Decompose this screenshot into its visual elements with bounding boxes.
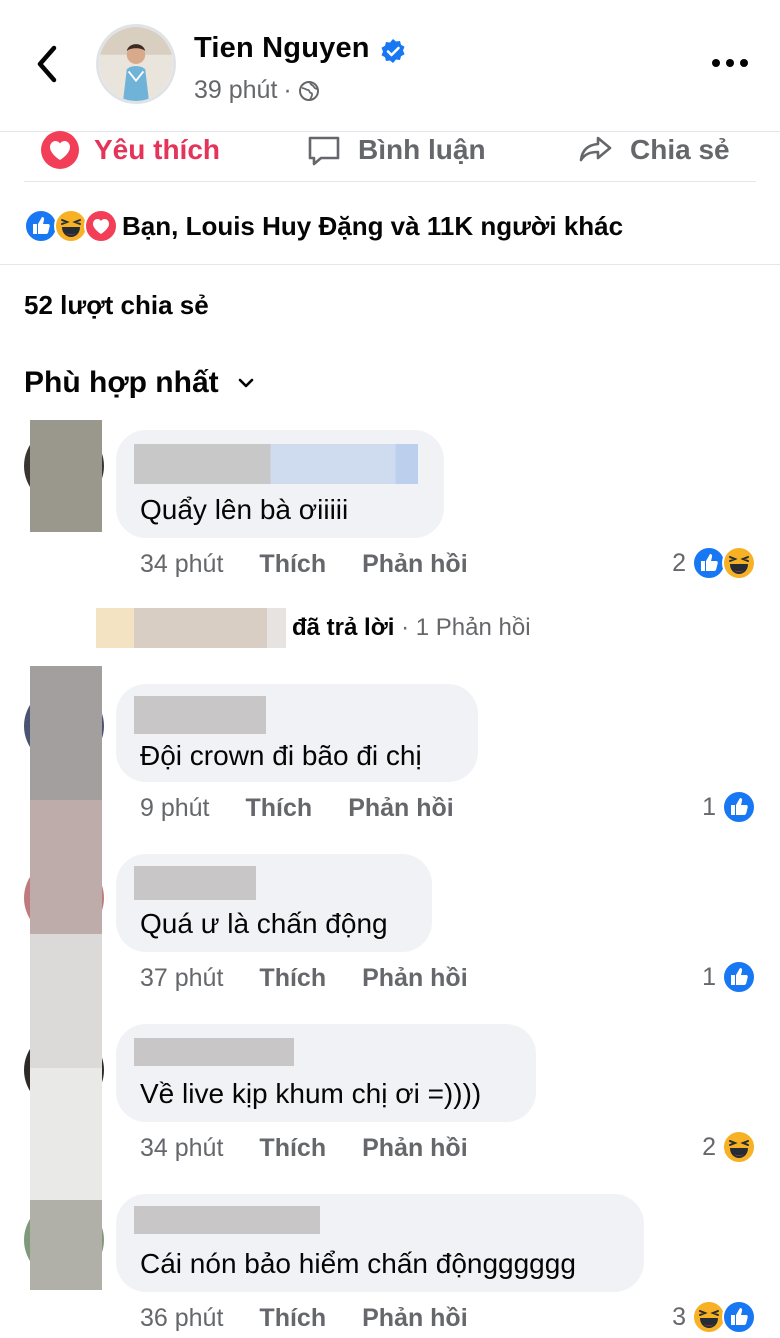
profile-avatar[interactable] <box>96 24 176 104</box>
dot-icon <box>740 59 748 67</box>
profile-name[interactable]: Tien Nguyen <box>194 32 370 65</box>
reply-action-text: đã trả lời <box>292 614 395 641</box>
more-options-button[interactable] <box>712 50 752 76</box>
comment-bubble: Về live kịp khum chị ơi =)))) <box>116 1024 536 1122</box>
comment-text: Đội crown đi bão đi chị <box>140 740 422 771</box>
blurred-commenter-name <box>134 1038 294 1066</box>
view-replies-link[interactable]: đã trả lời · 1 Phản hồi <box>96 606 531 650</box>
blurred-replier-name <box>96 608 286 648</box>
sort-label: Phù hợp nhất <box>24 366 219 399</box>
comment-icon <box>308 136 340 166</box>
love-icon <box>84 209 118 243</box>
reply-count: 1 Phản hồi <box>415 614 531 641</box>
comment-meta: 9 phút Thích Phản hồi <box>140 794 490 823</box>
haha-icon <box>54 209 88 243</box>
comment-label: Bình luận <box>358 134 486 165</box>
blurred-avatar-strip <box>30 1068 102 1200</box>
like-icon <box>24 209 58 243</box>
comment-reply-button[interactable]: Phản hồi <box>362 964 468 993</box>
comment-meta: 36 phút Thích Phản hồi <box>140 1304 504 1333</box>
comment-reaction-count[interactable]: 3 <box>672 1300 756 1334</box>
comment-reply-button[interactable]: Phản hồi <box>362 1134 468 1163</box>
chevron-left-icon <box>37 45 57 83</box>
blurred-commenter-name <box>134 696 266 734</box>
comment-bubble: Quá ư là chấn động <box>116 854 432 952</box>
comment-time: 34 phút <box>140 1134 224 1162</box>
blurred-commenter-name <box>134 444 418 484</box>
like-icon <box>722 790 756 824</box>
back-button[interactable] <box>28 40 68 88</box>
share-button[interactable]: Chia sẻ <box>576 130 730 170</box>
comment-bubble: Cái nón bảo hiểm chấn độngggggg <box>116 1194 644 1292</box>
blurred-avatar-strip <box>30 666 102 800</box>
comment-button[interactable]: Bình luận <box>304 130 486 170</box>
reaction-count-number: 1 <box>702 962 716 991</box>
like-icon <box>722 960 756 994</box>
comment-time: 36 phút <box>140 1304 224 1332</box>
dot-icon <box>726 59 734 67</box>
comment-meta: 37 phút Thích Phản hồi <box>140 964 504 993</box>
like-icon <box>722 1300 756 1334</box>
reply-summary-text: đã trả lời · 1 Phản hồi <box>292 614 531 642</box>
verified-badge-icon <box>381 39 405 63</box>
comment-meta: 34 phút Thích Phản hồi <box>140 1134 504 1163</box>
comment-text: Quẩy lên bà ơiiiii <box>140 494 349 525</box>
comment-reply-button[interactable]: Phản hồi <box>362 1304 468 1333</box>
reaction-count-number: 2 <box>672 548 686 577</box>
comment-text: Cái nón bảo hiểm chấn độngggggg <box>140 1248 576 1279</box>
blurred-avatar-strip <box>30 800 102 934</box>
post-timestamp: 39 phút · <box>194 76 320 105</box>
blurred-commenter-name <box>134 1206 320 1234</box>
post-header: Tien Nguyen 39 phút · <box>0 0 780 132</box>
comment-like-button[interactable]: Thích <box>259 964 326 993</box>
comment-like-button[interactable]: Thích <box>259 550 326 579</box>
reactions-summary-text: Bạn, Louis Huy Đặng và 11K người khác <box>122 210 624 241</box>
reaction-count-number: 1 <box>702 792 716 821</box>
post-action-bar: Yêu thích Bình luận Chia sẻ <box>24 130 756 182</box>
comment-like-button[interactable]: Thích <box>259 1134 326 1163</box>
separator-dot: · <box>283 76 292 104</box>
comment-meta: 34 phút Thích Phản hồi <box>140 550 504 579</box>
comment-reaction-count[interactable]: 2 <box>672 546 756 580</box>
comment-reply-button[interactable]: Phản hồi <box>362 550 468 579</box>
post-time-text: 39 phút <box>194 76 278 104</box>
heart-icon <box>41 131 79 169</box>
dot-icon <box>712 59 720 67</box>
share-icon <box>579 136 612 162</box>
divider <box>0 264 780 265</box>
share-label: Chia sẻ <box>630 134 730 165</box>
like-icon <box>692 546 726 580</box>
blurred-avatar-strip <box>30 1200 102 1290</box>
comment-text: Quá ư là chấn động <box>140 908 388 939</box>
reaction-count-number: 3 <box>672 1302 686 1331</box>
love-reaction-button[interactable]: Yêu thích <box>40 130 220 170</box>
comment-time: 34 phút <box>140 550 224 578</box>
avatar-image <box>99 27 173 101</box>
comment-reaction-count[interactable]: 2 <box>702 1130 756 1164</box>
like-label: Yêu thích <box>94 134 221 165</box>
comment-time: 9 phút <box>140 794 210 822</box>
reactions-summary[interactable]: Bạn, Louis Huy Đặng và 11K người khác <box>24 206 623 246</box>
blurred-avatar-strip <box>30 420 102 532</box>
comment-bubble: Đội crown đi bão đi chị <box>116 684 478 782</box>
comment-reply-button[interactable]: Phản hồi <box>348 794 454 823</box>
globe-icon <box>298 80 319 101</box>
comment-bubble: Quẩy lên bà ơiiiii <box>116 430 444 538</box>
haha-icon <box>722 1130 756 1164</box>
blurred-avatar-strip <box>30 934 102 1068</box>
comment-time: 37 phút <box>140 964 224 992</box>
haha-icon <box>692 1300 726 1334</box>
chevron-down-icon <box>238 378 253 388</box>
comment-sort-dropdown[interactable]: Phù hợp nhất <box>24 366 257 400</box>
comment-like-button[interactable]: Thích <box>246 794 313 823</box>
comment-like-button[interactable]: Thích <box>259 1304 326 1333</box>
reaction-count-number: 2 <box>702 1132 716 1161</box>
comment-reaction-count[interactable]: 1 <box>702 790 756 824</box>
shares-count[interactable]: 52 lượt chia sẻ <box>24 290 209 321</box>
comment-reaction-count[interactable]: 1 <box>702 960 756 994</box>
comment-text: Về live kịp khum chị ơi =)))) <box>140 1078 482 1109</box>
separator-dot: · <box>401 614 410 641</box>
blurred-commenter-name <box>134 866 256 900</box>
haha-icon <box>722 546 756 580</box>
